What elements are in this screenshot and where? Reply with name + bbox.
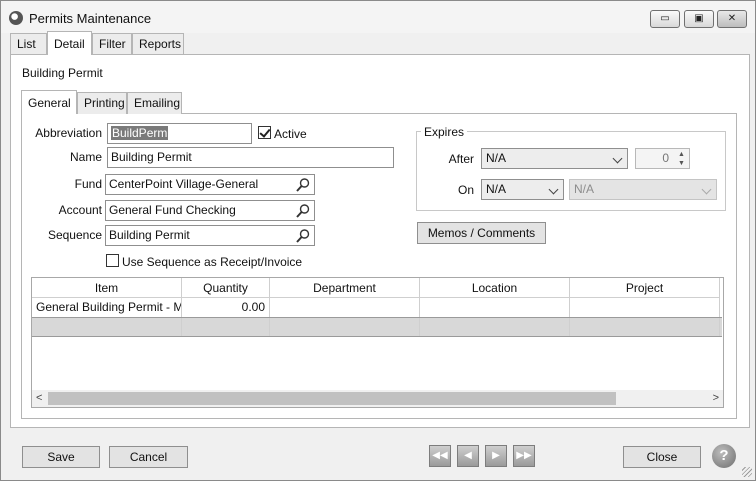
grid-cell-project[interactable] — [570, 298, 720, 317]
fund-label: Fund — [74, 177, 102, 191]
close-button[interactable]: Close — [623, 446, 701, 468]
tab-list[interactable]: List — [10, 33, 47, 55]
grid-new-cell[interactable] — [270, 318, 420, 336]
grid-cell-item[interactable]: General Building Permit - M — [32, 298, 182, 317]
after-label: After — [448, 152, 474, 166]
name-input[interactable]: Building Permit — [107, 147, 394, 168]
grid-cell-location[interactable] — [420, 298, 570, 317]
scrollbar-thumb[interactable] — [48, 392, 616, 405]
permits-maintenance-window: Permits Maintenance ▭ ▣ ✕ List Detail Fi… — [0, 0, 756, 481]
grid-header-project[interactable]: Project — [570, 278, 720, 298]
on-second-value: N/A — [574, 182, 595, 196]
subtab-emailing[interactable]: Emailing — [127, 92, 182, 114]
on-select[interactable]: N/A — [481, 179, 564, 200]
grid-header-department[interactable]: Department — [270, 278, 420, 298]
spin-up-icon[interactable]: ▲ — [675, 150, 688, 159]
previous-record-button[interactable]: ◀ — [457, 445, 479, 467]
title-bar: Permits Maintenance ▭ ▣ ✕ — [1, 1, 755, 33]
last-record-button[interactable]: ▶▶ — [513, 445, 535, 467]
grid-cell-quantity[interactable]: 0.00 — [182, 298, 270, 317]
sub-tabs: General Printing Emailing — [21, 90, 221, 114]
fund-lookup-icon[interactable] — [295, 177, 311, 193]
abbreviation-label: Abbreviation — [35, 126, 102, 140]
resize-grip[interactable] — [742, 467, 752, 477]
on-second-select: N/A — [569, 179, 717, 200]
account-label: Account — [58, 203, 102, 217]
sequence-input[interactable]: Building Permit — [105, 225, 315, 246]
after-value: N/A — [486, 151, 507, 165]
account-input[interactable]: General Fund Checking — [105, 200, 315, 221]
cancel-button[interactable]: Cancel — [109, 446, 188, 468]
use-sequence-checkbox[interactable] — [106, 254, 119, 267]
subtab-printing[interactable]: Printing — [77, 92, 127, 114]
maximize-button[interactable]: ▣ — [684, 10, 714, 28]
active-checkbox[interactable] — [258, 126, 271, 139]
app-logo-icon — [9, 11, 23, 25]
sequence-label: Sequence — [47, 228, 102, 242]
account-value: General Fund Checking — [109, 203, 236, 217]
scroll-right-icon[interactable]: > — [713, 392, 719, 405]
expires-group-title: Expires — [421, 125, 468, 139]
after-chevron-down-icon — [612, 153, 623, 164]
grid-new-cell[interactable] — [570, 318, 720, 336]
grid-cell-department[interactable] — [270, 298, 420, 317]
on-value: N/A — [486, 182, 507, 196]
subtab-general[interactable]: General — [21, 90, 77, 114]
fund-value: CenterPoint Village-General — [109, 177, 259, 191]
minimize-button[interactable]: ▭ — [650, 10, 680, 28]
on-label: On — [457, 183, 474, 197]
grid-horizontal-scrollbar[interactable]: < > — [32, 390, 723, 407]
next-record-button[interactable]: ▶ — [485, 445, 507, 467]
grid-new-cell[interactable] — [420, 318, 570, 336]
abbreviation-input[interactable]: BuildPerm — [107, 123, 252, 144]
help-icon[interactable]: ? — [712, 444, 736, 468]
account-lookup-icon[interactable] — [295, 203, 311, 219]
window-title: Permits Maintenance — [29, 11, 152, 26]
tab-filter[interactable]: Filter — [92, 33, 132, 55]
close-window-button[interactable]: ✕ — [717, 10, 747, 28]
main-tabs: List Detail Filter Reports — [10, 31, 750, 55]
grid-new-cell[interactable] — [182, 318, 270, 336]
sequence-lookup-icon[interactable] — [295, 228, 311, 244]
after-select[interactable]: N/A — [481, 148, 628, 169]
record-title: Building Permit — [22, 66, 103, 80]
on-chevron-down-icon — [548, 184, 559, 195]
fund-input[interactable]: CenterPoint Village-General — [105, 174, 315, 195]
spin-down-icon[interactable]: ▼ — [675, 159, 688, 168]
use-sequence-label: Use Sequence as Receipt/Invoice — [122, 255, 303, 269]
save-button[interactable]: Save — [22, 446, 100, 468]
items-grid: Item Quantity Department Location Projec… — [31, 277, 724, 408]
tab-detail[interactable]: Detail — [47, 31, 92, 55]
memos-comments-button[interactable]: Memos / Comments — [417, 222, 546, 244]
grid-header-quantity[interactable]: Quantity — [182, 278, 270, 298]
sequence-value: Building Permit — [109, 228, 190, 242]
first-record-button[interactable]: ◀◀ — [429, 445, 451, 467]
name-label: Name — [69, 150, 102, 164]
on-second-chevron-down-icon — [701, 184, 712, 195]
tab-reports[interactable]: Reports — [132, 33, 184, 55]
grid-new-row[interactable] — [32, 317, 722, 337]
grid-header-location[interactable]: Location — [420, 278, 570, 298]
abbreviation-value: BuildPerm — [111, 126, 169, 140]
grid-new-cell[interactable] — [32, 318, 182, 336]
grid-header-item[interactable]: Item — [32, 278, 182, 298]
active-label: Active — [274, 127, 307, 141]
after-number-stepper[interactable]: 0 ▲ ▼ — [635, 148, 690, 169]
after-number-value: 0 — [662, 151, 669, 165]
scroll-left-icon[interactable]: < — [36, 392, 42, 405]
